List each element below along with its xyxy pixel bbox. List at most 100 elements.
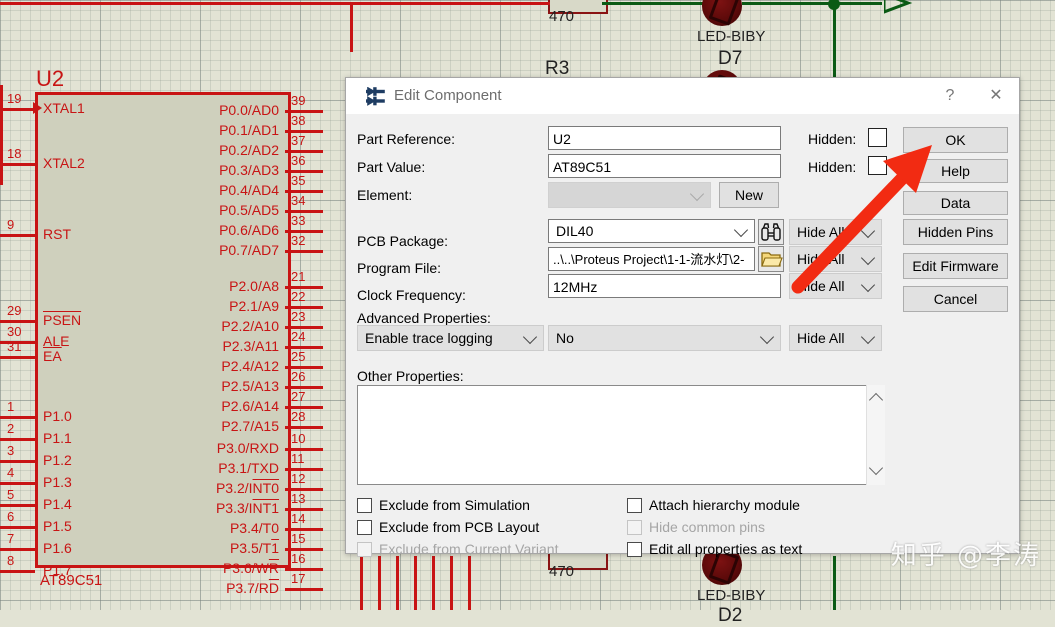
resistor-bottom-value: 470: [549, 563, 575, 580]
pin-number: 30: [7, 324, 22, 339]
clock-frequency-hide-combobox[interactable]: Hide All: [789, 273, 882, 299]
cancel-button[interactable]: Cancel: [903, 286, 1008, 312]
pin-leg-left: [0, 482, 35, 485]
pin-label: P0.5/AD5: [219, 202, 279, 218]
pin-label: XTAL2: [43, 155, 85, 171]
pin-leg-right: [285, 588, 323, 591]
checkbox-row[interactable]: Exclude from PCB Layout: [357, 519, 539, 535]
part-reference-input[interactable]: U2: [548, 126, 781, 150]
pin-number: 38: [291, 113, 306, 128]
pin-label: P1.4: [43, 496, 72, 512]
pin-number: 13: [291, 491, 306, 506]
scroll-down-arrow-icon[interactable]: [868, 460, 884, 476]
binoculars-icon: [761, 223, 781, 241]
pin-number: 22: [291, 289, 306, 304]
advanced-properties-label: Advanced Properties:: [357, 310, 491, 326]
pcb-package-combobox[interactable]: DIL40: [548, 219, 755, 243]
checkbox-row[interactable]: Exclude from Simulation: [357, 497, 530, 513]
pin-label: P3.2/INT0: [215, 480, 279, 496]
checkbox-icon[interactable]: [357, 498, 372, 513]
pin-label: P0.7/AD7: [219, 242, 279, 258]
part-value-hidden-checkbox[interactable]: [868, 156, 887, 175]
r3-value: 470: [549, 8, 575, 25]
pin-label: PSEN: [43, 312, 82, 328]
dialog-titlebar[interactable]: Edit Component ? ✕: [346, 78, 1019, 115]
part-reference-hidden-label: Hidden:: [808, 131, 857, 147]
binoculars-icon-button[interactable]: [758, 219, 784, 245]
scroll-up-arrow-icon[interactable]: [868, 392, 884, 408]
advanced-property-value-combobox[interactable]: No: [548, 325, 781, 351]
pin-leg-left: [0, 438, 35, 441]
edit-firmware-button[interactable]: Edit Firmware: [903, 253, 1008, 279]
pcb-package-hide-combobox[interactable]: Hide All: [789, 219, 882, 245]
folder-icon-button[interactable]: [758, 246, 784, 272]
advanced-property-hide-combobox[interactable]: Hide All: [789, 325, 882, 351]
pin-label: P3.7/RD: [226, 580, 279, 596]
checkbox-label: Exclude from Current Variant: [379, 541, 559, 557]
other-properties-label: Other Properties:: [357, 368, 464, 384]
pin-label: P2.2/A10: [221, 318, 279, 334]
pin-number: 29: [7, 303, 22, 318]
pin-label: P1.5: [43, 518, 72, 534]
checkbox-icon[interactable]: [627, 498, 642, 513]
other-properties-scrollbar[interactable]: [866, 385, 885, 485]
pin-leg-left: [0, 356, 35, 359]
pcb-package-value: DIL40: [556, 223, 594, 239]
part-value-input[interactable]: AT89C51: [548, 154, 781, 178]
program-file-hide-combobox[interactable]: Hide All: [789, 246, 882, 272]
pin-label: P2.4/A12: [221, 358, 279, 374]
ok-button[interactable]: OK: [903, 127, 1008, 153]
element-combobox[interactable]: [548, 182, 711, 208]
pin-number: 26: [291, 369, 306, 384]
wire-red-b1: [360, 556, 363, 610]
part-value-hidden-label: Hidden:: [808, 159, 857, 175]
pin-number: 11: [291, 451, 305, 466]
pin-label: P1.0: [43, 408, 72, 424]
pin-label: P3.5/T1: [229, 540, 279, 556]
pin-leg-left: [0, 320, 35, 323]
advanced-property-name-value: Enable trace logging: [365, 330, 493, 346]
titlebar-help-button[interactable]: ?: [927, 78, 973, 114]
ic-reference[interactable]: U2: [36, 66, 64, 92]
checkbox-row[interactable]: Edit all properties as text: [627, 541, 802, 557]
pin-number: 34: [291, 193, 306, 208]
checkbox-label: Hide common pins: [649, 519, 765, 535]
advanced-property-value-value: No: [556, 330, 574, 346]
checkbox-icon[interactable]: [357, 520, 372, 535]
pin-number: 21: [291, 269, 306, 284]
pin-number: 10: [291, 431, 306, 446]
advanced-property-name-combobox[interactable]: Enable trace logging: [357, 325, 544, 351]
data-button[interactable]: Data: [903, 191, 1008, 215]
pin-number: 15: [291, 531, 306, 546]
clock-frequency-input[interactable]: 12MHz: [548, 274, 781, 298]
pin-number: 19: [7, 91, 22, 106]
pin-number: 27: [291, 389, 306, 404]
titlebar-close-button[interactable]: ✕: [973, 78, 1019, 114]
pin-number: 9: [7, 217, 15, 232]
chevron-down-icon: [860, 329, 876, 345]
pin-label: P0.0/AD0: [219, 102, 279, 118]
program-file-label: Program File:: [357, 260, 442, 276]
pin-leg-right: [285, 250, 323, 253]
help-button[interactable]: Help: [903, 159, 1008, 183]
hidden-pins-button[interactable]: Hidden Pins: [903, 219, 1008, 245]
chevron-down-icon: [689, 186, 705, 202]
pin-label: P1.6: [43, 540, 72, 556]
checkbox-icon[interactable]: [627, 542, 642, 557]
wire-green-vert-bottom: [833, 556, 836, 610]
wire-red-b2: [378, 556, 381, 610]
clock-frequency-label: Clock Frequency:: [357, 287, 466, 303]
pin-number: 39: [291, 93, 306, 108]
advanced-property-hide-value: Hide All: [797, 330, 845, 346]
pin-label: P0.3/AD3: [219, 162, 279, 178]
checkbox-label: Edit all properties as text: [649, 541, 803, 557]
other-properties-textarea[interactable]: [357, 385, 884, 485]
checkbox-label: Exclude from PCB Layout: [379, 519, 540, 535]
part-reference-hidden-checkbox[interactable]: [868, 128, 887, 147]
watermark: 知乎 @李涛: [890, 541, 1041, 571]
new-element-button[interactable]: New: [719, 182, 779, 208]
pin-number: 17: [291, 571, 306, 586]
pin-leg-left: [0, 416, 35, 419]
program-file-input[interactable]: ..\..\Proteus Project\1-1-流水灯\2-: [548, 247, 755, 271]
checkbox-row[interactable]: Attach hierarchy module: [627, 497, 800, 513]
